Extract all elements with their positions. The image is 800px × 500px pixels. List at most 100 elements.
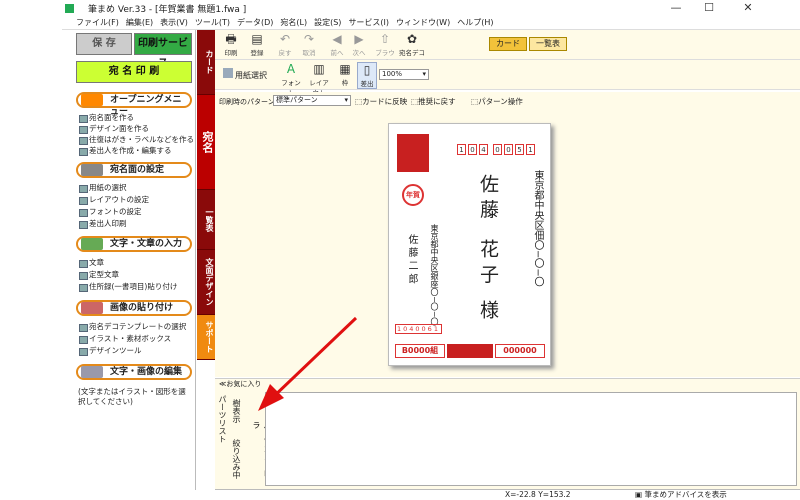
print-service-button[interactable]: 印刷サービス: [134, 33, 192, 69]
opening-menu-icon: [81, 94, 103, 106]
maximize-button[interactable]: ☐: [692, 0, 726, 16]
pattern-label: 印刷時のパターン: [219, 98, 275, 106]
sender-icon: ▯: [363, 63, 371, 77]
chevron-down-icon: ▾: [344, 96, 348, 104]
save-button[interactable]: 保 存: [76, 33, 132, 55]
menu-settings[interactable]: 設定(S): [314, 17, 341, 28]
sender-address: 東京都中央区銀座〇−〇−〇: [430, 224, 439, 326]
parts-content[interactable]: [265, 392, 797, 486]
tab-strip: カード 宛名 一覧表 文面デザイン サポート: [197, 30, 215, 360]
menu-file[interactable]: ファイル(F): [76, 17, 119, 28]
item-deco-template[interactable]: 宛名デコテンプレートの選択: [78, 322, 186, 332]
font-icon: A: [286, 62, 296, 76]
title-bar: 筆まめ Ver.33 - [年賀業書 無題1.fwa ] — ☐ ✕: [62, 0, 800, 16]
zoom-select[interactable]: 100% ▾: [379, 69, 429, 80]
item-paper-select[interactable]: 用紙の選択: [78, 183, 127, 193]
gear-icon: [81, 164, 103, 176]
postal-digit: 0: [468, 144, 477, 155]
item-font[interactable]: フォントの設定: [78, 207, 142, 217]
menu-data[interactable]: データ(D): [237, 17, 273, 28]
sender-button[interactable]: ▯ 差出: [357, 62, 377, 89]
address-toolbar: 用紙選択 Aフォント ▥レイアウト ▦枠 ▯差出 100%▾: [215, 60, 800, 97]
postal-digit: 4: [479, 144, 488, 155]
view-card-button[interactable]: カード: [489, 37, 527, 51]
item-fixed-text[interactable]: 定型文章: [78, 270, 119, 280]
reflect-card-button[interactable]: ⬚カードに反映: [355, 96, 407, 107]
section-address-settings[interactable]: 宛名面の設定: [76, 162, 192, 178]
sender-name: 佐 藤 二 郎: [406, 234, 417, 284]
pattern-select[interactable]: 標準パターン ▾: [273, 95, 351, 106]
text-a-icon: [81, 238, 103, 250]
item-sender-print[interactable]: 差出人印刷: [78, 219, 127, 229]
postal-digit: 5: [515, 144, 524, 155]
item-layout[interactable]: レイアウトの設定: [78, 195, 149, 205]
menu-view[interactable]: 表示(V): [160, 17, 188, 28]
tab-address[interactable]: 宛名: [197, 95, 215, 190]
postcard-preview[interactable]: 年賀 1 0 4 0 0 5 1 東京都中央区佃〇−〇−〇 佐 藤 花 子 様 …: [388, 123, 551, 366]
tab-support[interactable]: サポート: [197, 315, 215, 360]
next-button[interactable]: ▶ 次へ: [349, 32, 369, 57]
image-icon: [81, 302, 103, 314]
frame-button[interactable]: ▦ 枠: [335, 62, 355, 87]
honorific: 様: [477, 300, 499, 319]
filter-tab[interactable]: 絞り込み中: [231, 439, 242, 479]
section-text-input[interactable]: 文字・文章の入力: [76, 236, 192, 252]
tree-view-tab[interactable]: 樹表示: [231, 399, 242, 423]
tab-card[interactable]: カード: [197, 30, 215, 95]
menu-window[interactable]: ウィンドウ(W): [396, 17, 450, 28]
tab-design[interactable]: 文面デザイン: [197, 250, 215, 315]
section-opening-menu[interactable]: オープニングメニュー: [76, 92, 192, 117]
paper-icon: [223, 68, 233, 78]
item-text[interactable]: 文章: [78, 258, 104, 268]
pattern-toolbar: 印刷時のパターン 標準パターン ▾ ⬚カードに反映 ⬚推奨に戻す ⬚パターン操作: [215, 92, 800, 112]
item-sender-edit[interactable]: 差出人を作成・編集する: [78, 146, 172, 156]
redo-button[interactable]: ↷ 取消: [299, 32, 319, 57]
layout-icon: ▥: [313, 62, 325, 76]
register-button[interactable]: ▤ 登録: [247, 32, 267, 57]
item-paste-addressbook[interactable]: 住所録(一書項目)貼り付け: [78, 282, 177, 292]
menu-address[interactable]: 宛名(L): [280, 17, 307, 28]
edit-icon: [81, 366, 103, 378]
tab-list[interactable]: 一覧表: [197, 190, 215, 250]
item-make-reply[interactable]: 往復はがき・ラベルなどを作る: [78, 135, 194, 145]
favorites-bar[interactable]: ≪お気に入り: [215, 378, 800, 389]
menu-tool[interactable]: ツール(T): [195, 17, 230, 28]
menu-service[interactable]: サービス(I): [348, 17, 389, 28]
postal-digit: 0: [493, 144, 502, 155]
menu-edit[interactable]: 編集(E): [126, 17, 153, 28]
undo-button[interactable]: ↶ 戻す: [275, 32, 295, 57]
advice-button[interactable]: ▣ 筆まめアドバイスを表示: [635, 490, 727, 500]
postal-digit: 1: [526, 144, 535, 155]
nenga-mark: 年賀: [402, 184, 424, 206]
sender-postal: 1040061: [395, 324, 442, 334]
print-button[interactable]: 🖶 印刷: [221, 32, 241, 57]
recipient-family-name: 佐 藤: [477, 174, 499, 219]
restore-button[interactable]: ⬚推奨に戻す: [411, 96, 456, 107]
section-image-paste[interactable]: 画像の貼り付け: [76, 300, 192, 316]
menu-help[interactable]: ヘルプ(H): [457, 17, 493, 28]
parts-list-tab[interactable]: パーツリスト: [217, 395, 228, 443]
item-make-design[interactable]: デザイン面を作る: [78, 124, 149, 134]
address-print-button[interactable]: 宛 名 印 刷: [76, 61, 192, 83]
minimize-button[interactable]: —: [659, 0, 693, 16]
item-illust-box[interactable]: イラスト・素材ボックス: [78, 334, 171, 344]
menu-bar: ファイル(F) 編集(E) 表示(V) ツール(T) データ(D) 宛名(L) …: [62, 16, 800, 30]
paper-select-button[interactable]: 用紙選択: [223, 68, 267, 81]
view-list-button[interactable]: 一覧表: [529, 37, 567, 51]
main-toolbar: 🖶印刷 ▤登録 ↶戻す ↷取消 ◀前へ ▶次へ ⇧ブラウズ ✿宛名デコ カード …: [215, 30, 800, 67]
postal-digit: 0: [504, 144, 513, 155]
printer-icon: 🖶: [225, 32, 237, 46]
item-make-address[interactable]: 宛名面を作る: [78, 113, 134, 123]
item-design-tool[interactable]: デザインツール: [78, 346, 142, 356]
edit-hint: (文字またはイラスト・図形を選択してください): [78, 387, 186, 406]
section-edit[interactable]: 文字・画像の編集: [76, 364, 192, 380]
prev-button[interactable]: ◀ 前へ: [327, 32, 347, 57]
undo-icon: ↶: [279, 32, 291, 46]
chevron-down-icon: ▾: [422, 70, 426, 78]
window-title: 筆まめ Ver.33 - [年賀業書 無題1.fwa ]: [88, 4, 247, 15]
close-button[interactable]: ✕: [731, 0, 765, 16]
frame-icon: ▦: [339, 62, 351, 76]
deco-icon: ✿: [406, 32, 418, 46]
address-deco-button[interactable]: ✿ 宛名デコ: [399, 32, 425, 57]
pattern-op-button[interactable]: ⬚パターン操作: [471, 96, 523, 107]
